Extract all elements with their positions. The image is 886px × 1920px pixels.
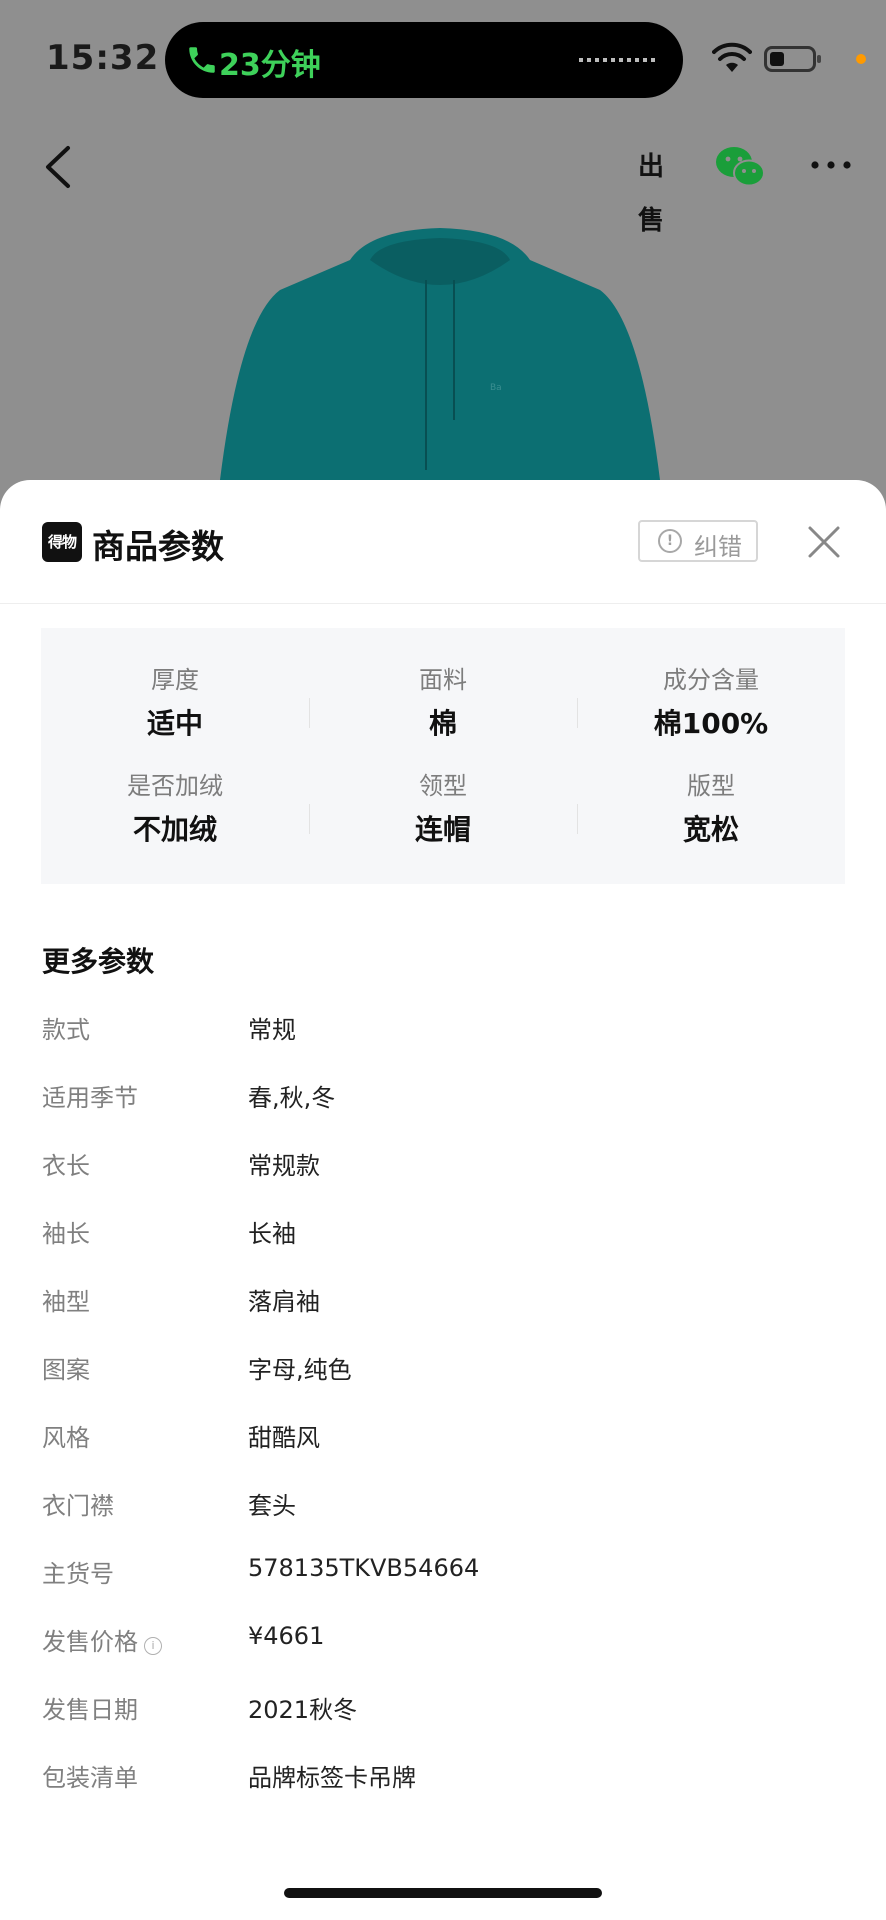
row-label: 风格 — [42, 1424, 90, 1452]
audio-waveform-icon — [579, 58, 659, 62]
param-label: 厚度 — [151, 666, 199, 694]
row-label: 主货号 — [42, 1560, 114, 1588]
list-item: 袖长 长袖 — [0, 1214, 886, 1264]
param-fabric: 面料 棉 — [309, 650, 577, 740]
sell-icon[interactable]: 出售 — [626, 140, 676, 236]
row-value: 春,秋,冬 — [248, 1084, 336, 1112]
list-item: 发售价格 i ¥4661 — [0, 1622, 886, 1672]
divider — [309, 698, 310, 728]
row-value: 甜酷风 — [248, 1424, 320, 1452]
status-time: 15:32 — [46, 38, 160, 78]
row-label: 包装清单 — [42, 1764, 138, 1792]
row-label: 款式 — [42, 1016, 90, 1044]
list-item: 主货号 578135TKVB54664 — [0, 1554, 886, 1604]
more-icon[interactable] — [810, 160, 852, 170]
sheet-title: 商品参数 — [92, 527, 224, 566]
row-label: 袖型 — [42, 1288, 90, 1316]
list-item: 适用季节 春,秋,冬 — [0, 1078, 886, 1128]
row-label: 袖长 — [42, 1220, 90, 1248]
wechat-icon[interactable] — [714, 144, 766, 190]
row-label: 衣长 — [42, 1152, 90, 1180]
param-label: 成分含量 — [663, 666, 759, 694]
list-item: 图案 字母,纯色 — [0, 1350, 886, 1400]
svg-text:Ba: Ba — [490, 383, 502, 393]
home-indicator[interactable] — [284, 1888, 602, 1898]
battery-icon — [764, 46, 821, 72]
row-label: 发售价格 i — [42, 1622, 162, 1657]
list-item: 发售日期 2021秋冬 — [0, 1690, 886, 1740]
row-value: 长袖 — [248, 1220, 296, 1248]
row-value: 套头 — [248, 1492, 296, 1520]
param-label: 版型 — [687, 772, 735, 800]
row-label: 衣门襟 — [42, 1492, 114, 1520]
key-params-grid: 厚度 适中 面料 棉 成分含量 棉100% 是否加绒 不加绒 领型 连帽 版型 … — [41, 628, 845, 884]
param-value: 棉 — [428, 707, 457, 740]
list-item: 衣长 常规款 — [0, 1146, 886, 1196]
list-item: 款式 常规 — [0, 1010, 886, 1060]
row-value: 常规款 — [248, 1152, 320, 1180]
product-params-sheet: 得物 商品参数 ! 纠错 厚度 适中 面料 棉 成分含量 棉100% 是否加绒 … — [0, 480, 886, 1920]
back-icon[interactable] — [40, 144, 76, 190]
close-icon[interactable] — [806, 524, 842, 560]
row-value: ¥4661 — [248, 1622, 325, 1650]
param-label: 面料 — [419, 666, 467, 694]
row-label: 图案 — [42, 1356, 90, 1384]
wifi-icon — [712, 42, 752, 72]
param-value: 适中 — [146, 707, 203, 740]
privacy-indicator-dot — [856, 54, 866, 64]
more-params-title: 更多参数 — [42, 945, 155, 978]
row-value: 578135TKVB54664 — [248, 1554, 480, 1582]
alert-circle-icon: ! — [658, 529, 682, 553]
row-value: 常规 — [248, 1016, 296, 1044]
param-thickness: 厚度 适中 — [41, 650, 309, 740]
param-composition: 成分含量 棉100% — [577, 650, 845, 740]
list-item: 衣门襟 套头 — [0, 1486, 886, 1536]
row-label: 发售日期 — [42, 1696, 138, 1724]
param-value: 连帽 — [414, 813, 471, 846]
status-bar: 15:32 23分钟 — [0, 0, 886, 120]
row-value: 字母,纯色 — [248, 1356, 352, 1384]
param-value: 不加绒 — [132, 813, 217, 846]
row-value: 落肩袖 — [248, 1288, 320, 1316]
divider — [577, 698, 578, 728]
report-error-button[interactable]: ! 纠错 — [638, 520, 758, 562]
list-item: 袖型 落肩袖 — [0, 1282, 886, 1332]
row-label-text: 发售价格 — [42, 1628, 138, 1656]
param-fleece: 是否加绒 不加绒 — [41, 756, 309, 846]
brand-logo: 得物 — [42, 522, 82, 562]
param-value: 宽松 — [682, 813, 739, 846]
row-label: 适用季节 — [42, 1084, 138, 1112]
call-duration: 23分钟 — [219, 48, 321, 83]
nav-bar: 出售 — [0, 130, 886, 236]
info-icon[interactable]: i — [144, 1637, 162, 1655]
ongoing-call-pill[interactable]: 23分钟 — [165, 22, 683, 98]
list-item: 风格 甜酷风 — [0, 1418, 886, 1468]
param-label: 领型 — [419, 772, 467, 800]
divider — [309, 804, 310, 834]
param-fit: 版型 宽松 — [577, 756, 845, 846]
product-image: Ba — [220, 228, 660, 480]
phone-icon — [189, 47, 215, 73]
divider — [577, 804, 578, 834]
param-collar: 领型 连帽 — [309, 756, 577, 846]
param-label: 是否加绒 — [127, 772, 223, 800]
param-value: 棉100% — [653, 707, 769, 740]
report-error-label: 纠错 — [694, 533, 742, 561]
sheet-header: 得物 商品参数 ! 纠错 — [0, 480, 886, 604]
row-value: 品牌标签卡吊牌 — [248, 1764, 416, 1792]
row-value: 2021秋冬 — [248, 1696, 358, 1724]
list-item: 包装清单 品牌标签卡吊牌 — [0, 1758, 886, 1808]
